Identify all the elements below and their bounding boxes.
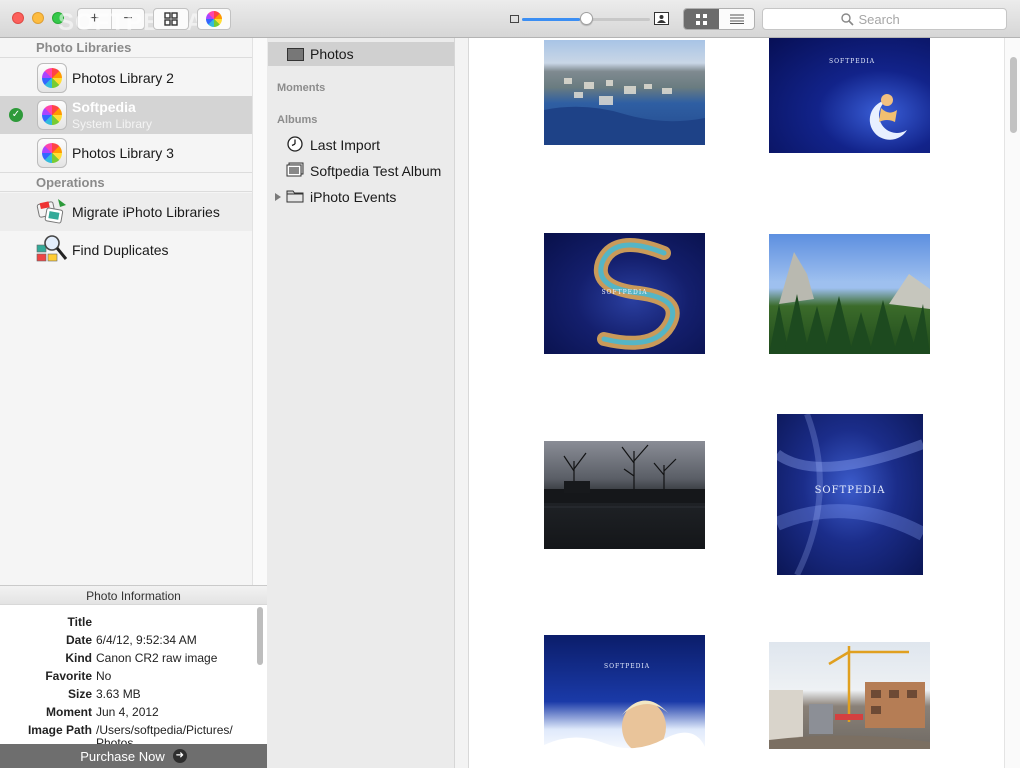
info-value: Jun 4, 2012 — [96, 705, 159, 719]
grid-icon — [154, 9, 187, 29]
photos-icon — [287, 48, 304, 61]
search-icon — [840, 12, 854, 26]
album-label: iPhoto Events — [310, 189, 397, 205]
disclosure-triangle-icon[interactable] — [275, 193, 281, 201]
photos-library-icon — [37, 63, 67, 93]
photo-grid: SOFTPEDIA SOFTPEDIA SOFTPEDIA SOFTPEDIA — [470, 38, 1004, 768]
photo-libraries-header: Photo Libraries — [0, 38, 252, 58]
operation-label: Find Duplicates — [72, 242, 169, 258]
photos-app-icon — [198, 9, 230, 29]
photos-library-icon — [37, 138, 67, 168]
info-key: Kind — [65, 651, 92, 665]
info-value: Photos — [96, 736, 134, 744]
photo-information-panel: Photo Information Title Date 6/4/12, 9:5… — [0, 585, 267, 768]
grid-view-icon — [696, 13, 707, 25]
library-row-softpedia[interactable]: ✓ Softpedia System Library — [0, 96, 252, 134]
photo-thumbnail[interactable] — [544, 441, 705, 549]
library-label: Photos Library 3 — [72, 145, 174, 161]
list-view-icon — [729, 14, 744, 24]
view-mode-control — [683, 8, 755, 30]
library-row-photos-library-2[interactable]: Photos Library 2 — [0, 59, 252, 97]
moments-header[interactable]: Moments — [277, 82, 325, 94]
album-icon — [286, 162, 304, 177]
small-photo-icon — [510, 15, 519, 23]
info-key: Favorite — [45, 669, 92, 683]
photo-caption: SOFTPEDIA — [814, 485, 886, 496]
photo-thumbnail[interactable] — [769, 234, 930, 354]
large-photo-icon — [654, 12, 669, 25]
close-window-button[interactable] — [12, 12, 24, 24]
migrate-icon — [36, 197, 68, 227]
info-key: Size — [67, 687, 92, 701]
clock-icon — [287, 136, 303, 152]
album-last-import[interactable]: Last Import — [267, 133, 455, 157]
photo-thumbnail[interactable] — [544, 40, 705, 145]
search-input[interactable] — [858, 11, 929, 27]
find-duplicates-icon — [36, 233, 68, 263]
photo-thumbnail[interactable]: SOFTPEDIA — [777, 414, 923, 575]
search-field[interactable] — [762, 8, 1007, 30]
album-iphoto-events[interactable]: iPhoto Events — [267, 185, 455, 209]
grid-view-button[interactable] — [684, 9, 719, 29]
info-scrollbar[interactable] — [257, 607, 263, 665]
open-photos-button[interactable] — [197, 8, 231, 30]
scrollbar-thumb[interactable] — [1010, 57, 1017, 133]
photo-thumbnail[interactable]: SOFTPEDIA — [544, 635, 705, 756]
library-label: Photos Library 2 — [72, 70, 174, 86]
zoom-slider-fill — [522, 18, 580, 21]
purchase-label: Purchase Now — [80, 748, 165, 764]
info-key: Moment — [46, 705, 92, 719]
minimize-window-button[interactable] — [32, 12, 44, 24]
source-item-label: Photos — [310, 46, 354, 62]
info-value: 3.63 MB — [96, 687, 141, 701]
checkmark-icon: ✓ — [9, 108, 23, 122]
add-remove-group: + − — [77, 8, 145, 30]
remove-library-button[interactable]: − — [111, 9, 144, 29]
album-label: Softpedia Test Album — [310, 163, 442, 179]
operation-find-duplicates[interactable]: Find Duplicates — [0, 231, 252, 269]
photos-library-icon — [37, 100, 67, 130]
photo-information-title: Photo Information — [0, 585, 267, 605]
zoom-window-button[interactable] — [52, 12, 64, 24]
folder-icon — [286, 190, 304, 203]
info-key: Image Path — [27, 723, 92, 737]
list-view-button[interactable] — [719, 9, 754, 29]
library-row-photos-library-3[interactable]: Photos Library 3 — [0, 134, 252, 172]
zoom-slider-thumb[interactable] — [580, 12, 593, 25]
arrow-right-icon: ➜ — [172, 749, 187, 763]
library-sidebar: Photo Libraries Photos Library 2 ✓ Softp… — [0, 38, 267, 768]
source-list: Photos Moments Albums Last Import Softpe… — [267, 38, 455, 768]
toolbar: + − SOFTPEDIA — [0, 0, 1020, 38]
photo-caption: SOFTPEDIA — [604, 663, 651, 670]
photo-information-body: Title Date 6/4/12, 9:52:34 AM Kind Canon… — [0, 605, 267, 744]
photo-thumbnail[interactable]: SOFTPEDIA — [544, 233, 705, 354]
photo-grid-scrollbar[interactable] — [1004, 38, 1020, 768]
source-item-photos[interactable]: Photos — [268, 42, 454, 66]
info-key: Date — [65, 633, 92, 647]
album-label: Last Import — [310, 137, 381, 153]
sidebar-toggle-button[interactable] — [153, 8, 189, 30]
pane-divider[interactable] — [455, 38, 469, 768]
operation-label: Migrate iPhoto Libraries — [72, 204, 220, 220]
photo-caption: SOFTPEDIA — [829, 58, 876, 65]
operations-header: Operations — [0, 172, 252, 192]
library-label: Softpedia — [72, 99, 136, 115]
library-subtitle: System Library — [72, 117, 153, 131]
info-value: Canon CR2 raw image — [96, 651, 218, 665]
sidebar-scroll-gutter — [252, 38, 267, 585]
add-library-button[interactable]: + — [78, 9, 111, 29]
photo-thumbnail[interactable] — [769, 642, 930, 749]
info-key: Title — [67, 615, 92, 629]
album-softpedia-test[interactable]: Softpedia Test Album — [267, 159, 455, 183]
purchase-now-button[interactable]: Purchase Now ➜ — [0, 744, 267, 768]
info-value: 6/4/12, 9:52:34 AM — [96, 633, 197, 647]
photo-thumbnail[interactable]: SOFTPEDIA — [769, 38, 930, 153]
operation-migrate-iphoto[interactable]: Migrate iPhoto Libraries — [0, 193, 252, 231]
info-value: No — [96, 669, 112, 683]
albums-header: Albums — [277, 114, 318, 126]
photo-caption: SOFTPEDIA — [601, 289, 648, 296]
